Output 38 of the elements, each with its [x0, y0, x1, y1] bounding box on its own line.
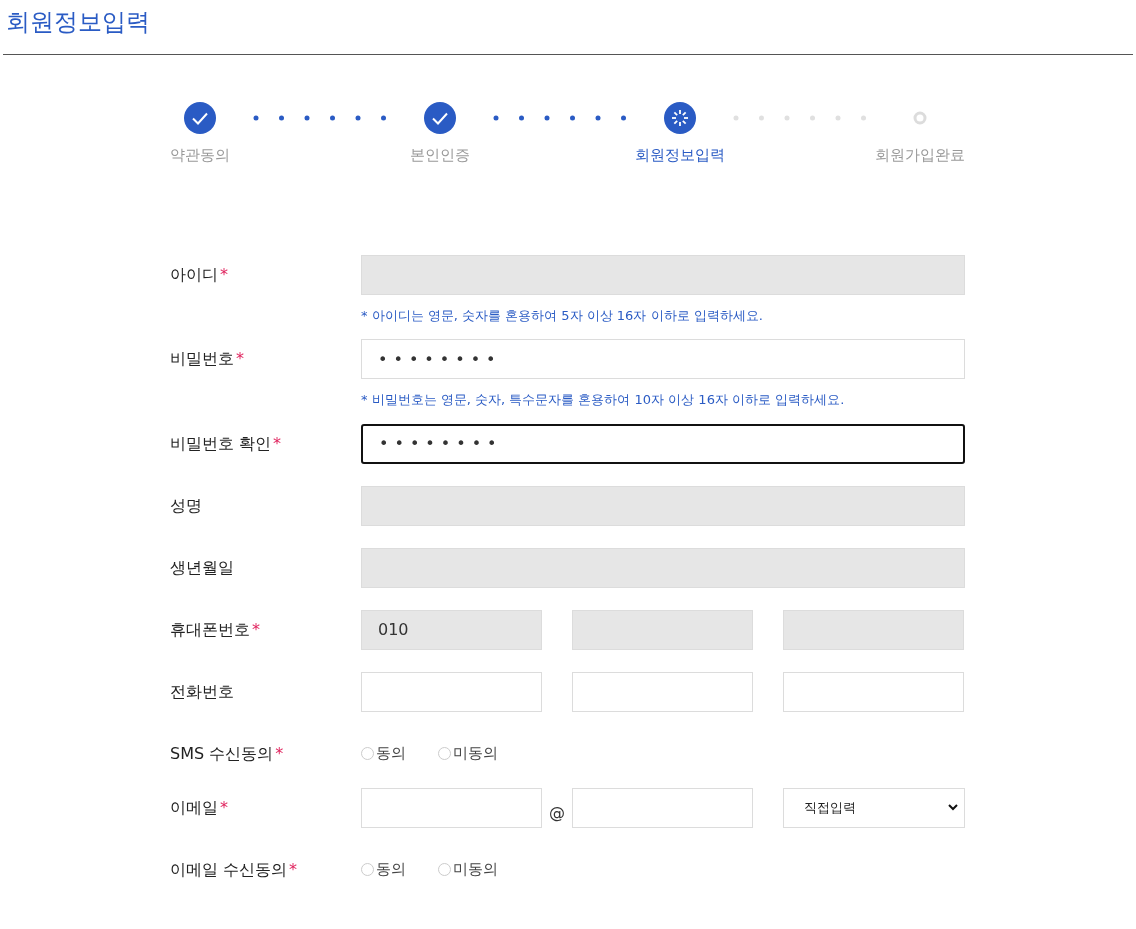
required-mark: *	[220, 263, 228, 286]
field-label: 전화번호	[170, 680, 234, 703]
field-label: 아이디	[170, 263, 218, 286]
hint-text: * 아이디는 영문, 숫자를 혼용하여 5자 이상 16자 이하로 입력하세요.	[361, 306, 764, 325]
input-field[interactable]: ••••••••	[361, 339, 965, 379]
field-label: 이메일	[170, 796, 218, 819]
required-mark: *	[275, 742, 284, 765]
field-label: 이메일 수신동의	[170, 858, 288, 881]
required-mark: *	[236, 348, 244, 370]
at-sign: @	[548, 801, 566, 824]
input-field[interactable]	[783, 671, 964, 712]
radio-option[interactable]: 미동의	[438, 742, 498, 765]
required-mark: *	[220, 796, 228, 819]
hint-text: * 비밀번호는 영문, 숫자, 특수문자를 혼용하여 10자 이상 16자 이하로 입력하세요.	[361, 391, 846, 409]
step-label: 약관동의	[170, 145, 230, 166]
required-mark: *	[289, 858, 298, 881]
required-mark: *	[273, 432, 282, 455]
input-field[interactable]	[361, 787, 542, 828]
page-title: 회원정보입력	[6, 7, 151, 38]
field-label: 생년월일	[170, 556, 234, 579]
step-label: 회원정보입력	[635, 145, 725, 166]
input-field[interactable]	[572, 787, 753, 828]
radio-option[interactable]: 미동의	[438, 858, 498, 881]
radio-option[interactable]: 동의	[361, 742, 406, 765]
step-label: 본인인증	[410, 145, 470, 166]
radio-option[interactable]: 동의	[361, 858, 406, 881]
field-label: 비밀번호 확인	[170, 432, 272, 455]
field-label: SMS 수신동의	[170, 742, 274, 765]
field-label: 비밀번호	[170, 348, 234, 370]
domain-select[interactable]: 직접입력	[783, 787, 965, 828]
input-field[interactable]: ••••••••	[361, 423, 965, 464]
step-label: 회원가입완료	[875, 145, 965, 166]
required-mark: *	[252, 618, 260, 641]
input-field[interactable]	[572, 671, 753, 712]
field-label: 성명	[170, 494, 202, 517]
field-label: 휴대폰번호	[170, 618, 250, 641]
input-field[interactable]	[361, 671, 542, 712]
chevron-down-icon	[948, 804, 958, 811]
